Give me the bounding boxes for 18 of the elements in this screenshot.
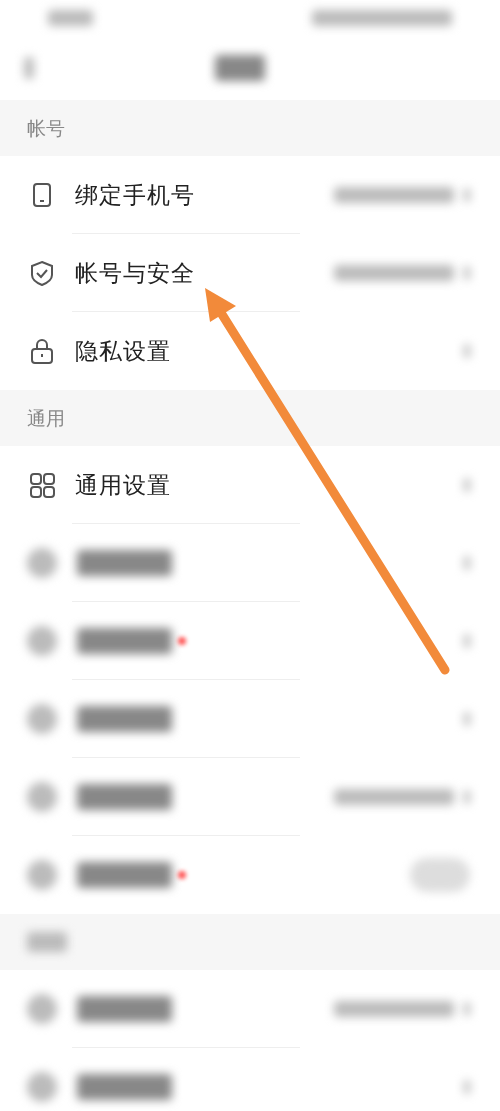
settings-item-label[interactable]: 隐私设置 xyxy=(75,333,171,369)
section-title: 通用 xyxy=(27,405,65,431)
section-title: 帐号 xyxy=(27,115,65,141)
blurred-icon xyxy=(27,626,57,656)
blurred-status-text xyxy=(48,9,93,26)
blurred-title xyxy=(215,54,265,81)
blurred-icon xyxy=(27,860,57,890)
blurred-icon xyxy=(27,994,57,1024)
blurred-icon xyxy=(27,548,57,578)
blurred-icon xyxy=(27,1072,57,1102)
grid-icon xyxy=(27,470,57,500)
blurred-back-icon xyxy=(24,56,34,79)
settings-item-label[interactable]: 帐号与安全 xyxy=(75,255,195,291)
blurred-icon xyxy=(27,782,57,812)
settings-item-label[interactable]: 绑定手机号 xyxy=(75,177,195,213)
blurred-section-title xyxy=(27,932,67,952)
blurred-icon xyxy=(27,704,57,734)
settings-item-label[interactable]: 通用设置 xyxy=(75,467,171,503)
